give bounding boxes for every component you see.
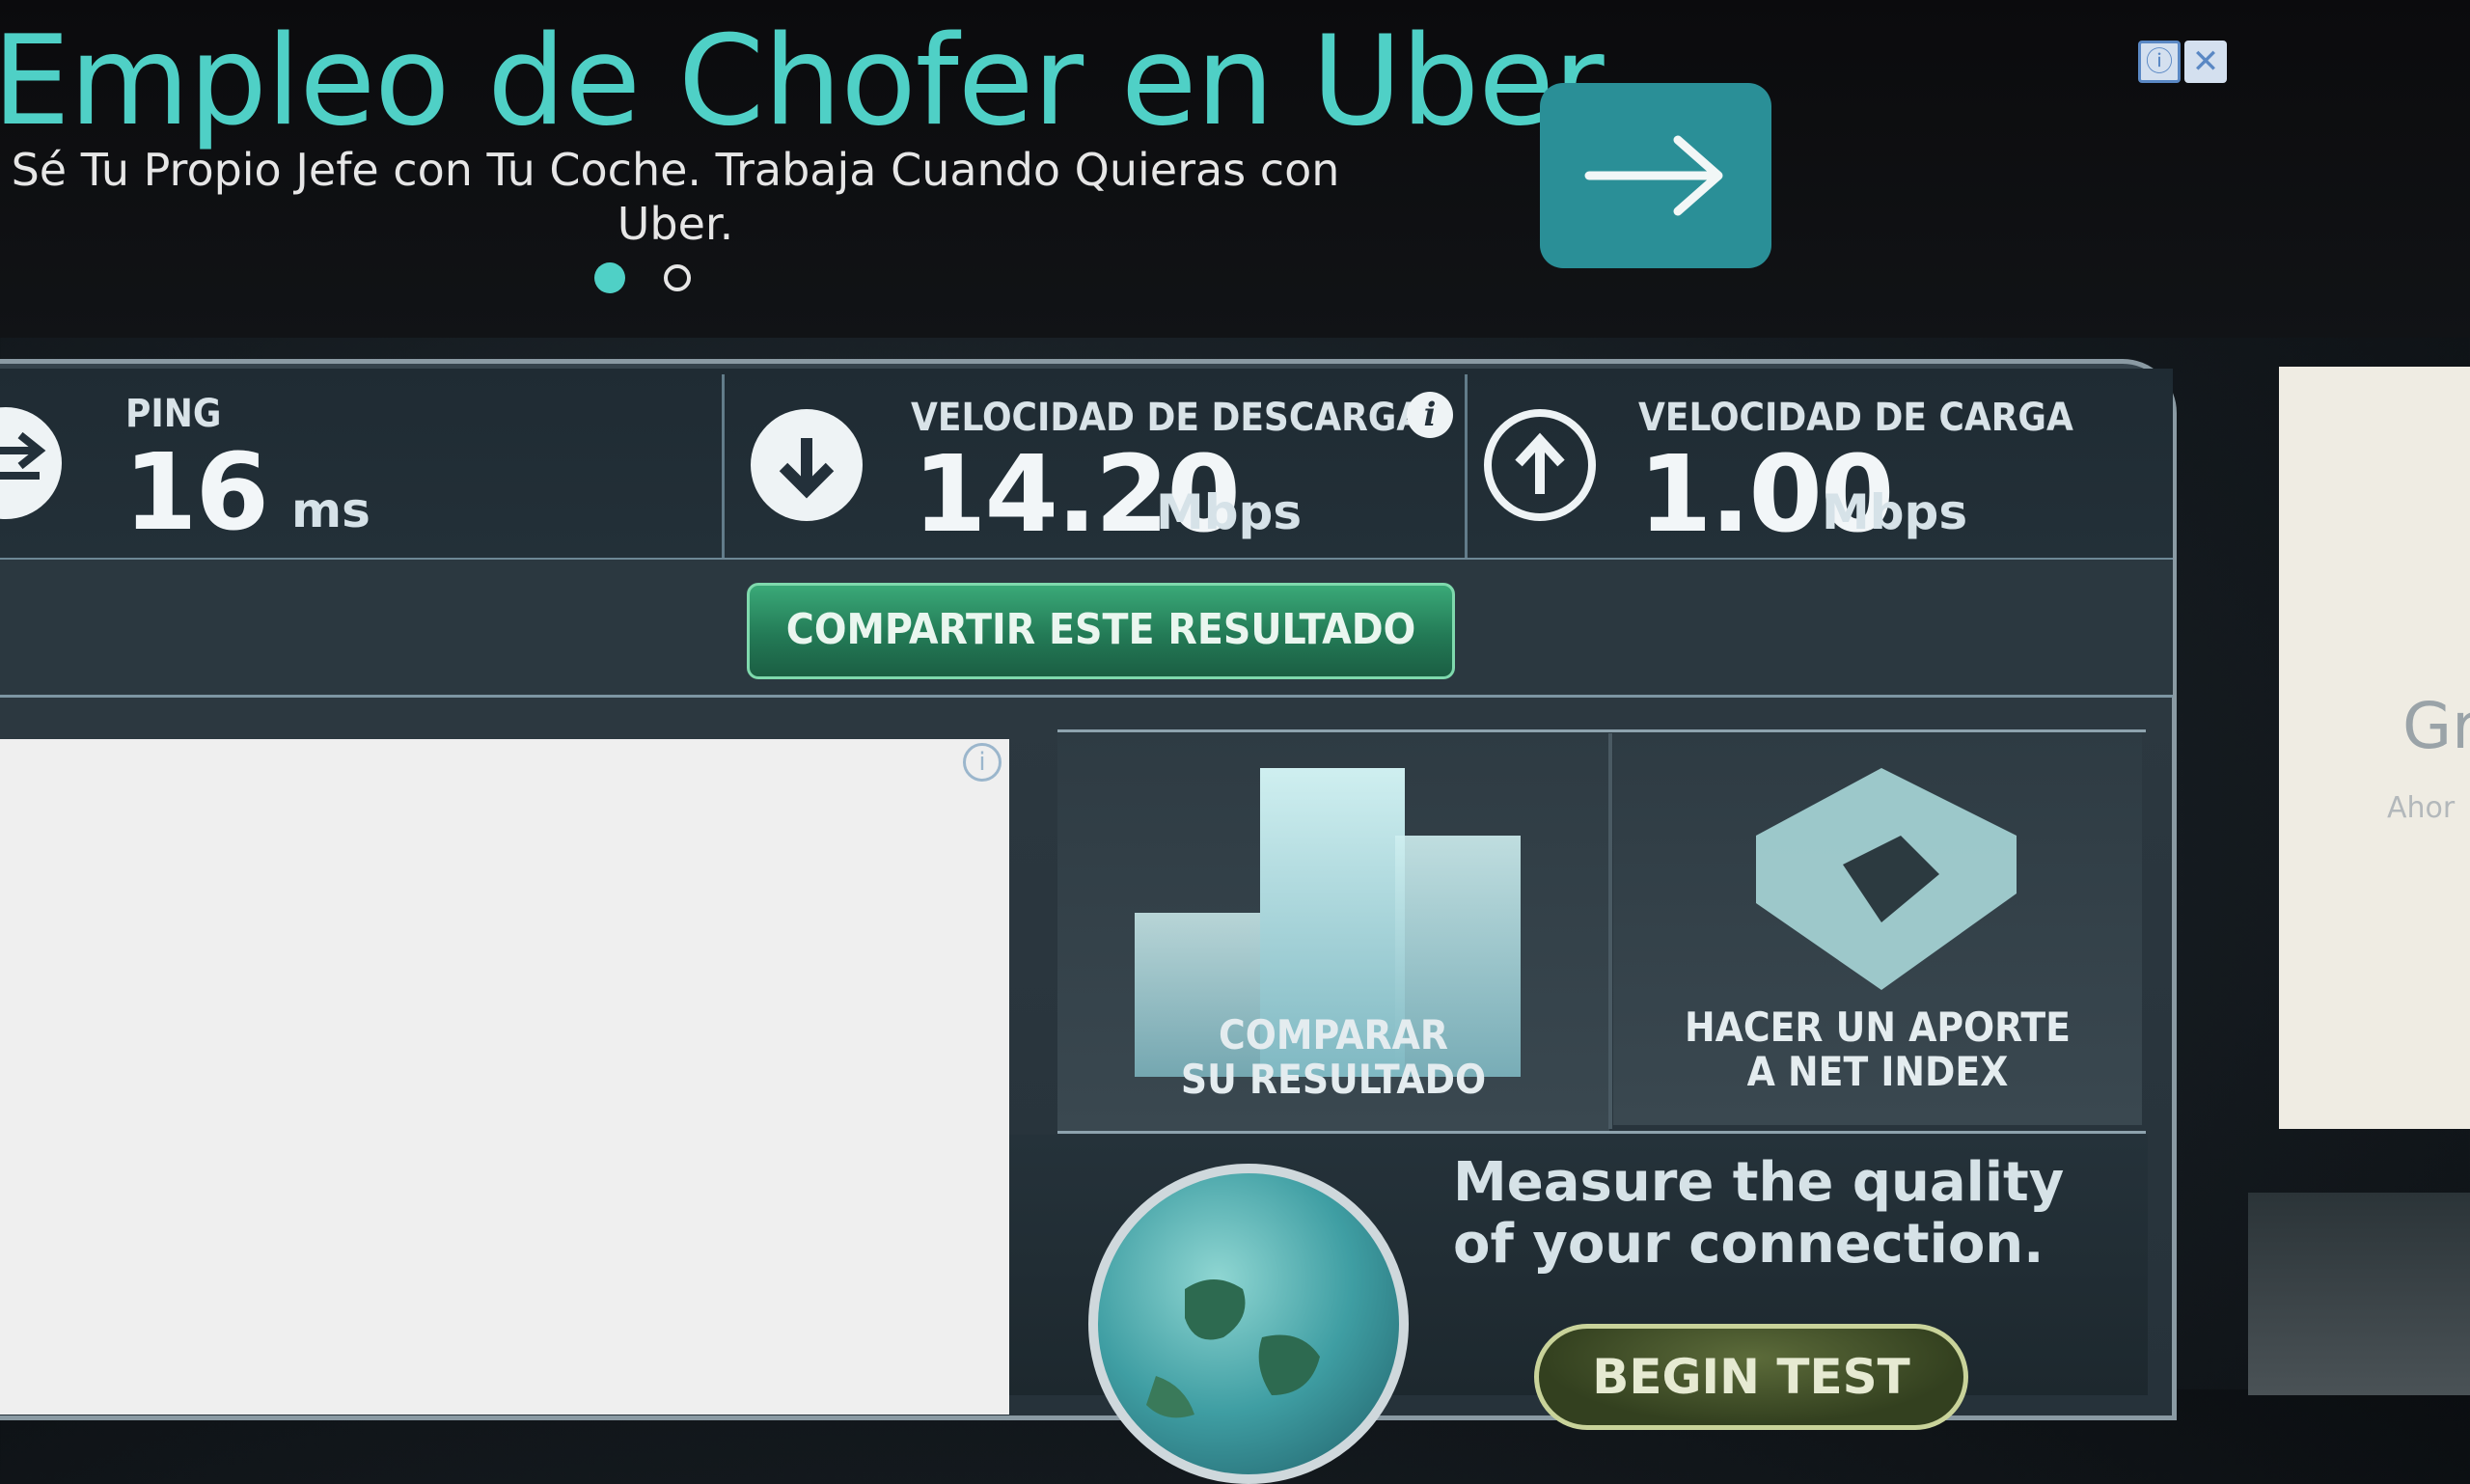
download-unit: Mbps (1156, 484, 1303, 540)
share-result-button[interactable]: COMPARTIR ESTE RESULTADO (747, 583, 1455, 679)
tiles-bottom-line (1057, 1131, 2146, 1134)
ad-info-icon[interactable]: ⓘ (2138, 41, 2181, 83)
contribute-label-2: A NET INDEX (1746, 1048, 2009, 1095)
ad-subtitle[interactable]: Sé Tu Propio Jefe con Tu Coche. Trabaja … (0, 143, 1360, 251)
download-info-icon[interactable]: i (1407, 392, 1453, 438)
metric-divider (1465, 374, 1468, 558)
right-ad-small-text: Ahor (2387, 791, 2456, 825)
contribute-label-1: HACER UN APORTE (1685, 1003, 2071, 1051)
download-arrow-icon (751, 409, 863, 521)
upload-unit: Mbps (1822, 484, 1968, 540)
net-index-icon (1756, 768, 2017, 990)
left-ad-info-icon[interactable]: i (963, 743, 1002, 782)
ping-value: 16 (124, 430, 269, 554)
ad-arrow-button[interactable] (1540, 83, 1771, 268)
ping-unit: ms (291, 482, 370, 538)
tiles-divider-line (1057, 729, 2146, 732)
metric-divider (722, 374, 725, 558)
tiles-divider (1608, 733, 1612, 1129)
contribute-net-index-tile[interactable]: HACER UN APORTE A NET INDEX (1613, 733, 2142, 1125)
ad-close-icon[interactable]: ✕ (2184, 41, 2227, 83)
arrow-right-icon (1584, 135, 1723, 216)
right-bottom-panel (2248, 1193, 2470, 1395)
carousel-dot-active[interactable] (594, 262, 625, 293)
begin-test-button[interactable]: BEGIN TEST (1534, 1324, 1968, 1430)
right-ad-text: Gr (2402, 689, 2470, 763)
carousel-dot[interactable] (664, 264, 691, 291)
left-ad-area[interactable] (0, 739, 1009, 1415)
upload-arrow-icon (1484, 409, 1596, 521)
measure-quality-text: Measure the quality of your connection. (1453, 1151, 2065, 1276)
compare-label-2: SU RESULTADO (1180, 1056, 1487, 1103)
compare-label-1: COMPARAR (1219, 1011, 1448, 1058)
compare-result-tile[interactable]: COMPARAR SU RESULTADO (1057, 733, 1609, 1133)
globe-icon[interactable] (1088, 1164, 1409, 1484)
ad-title[interactable]: Empleo de Chofer en Uber (0, 10, 1605, 153)
